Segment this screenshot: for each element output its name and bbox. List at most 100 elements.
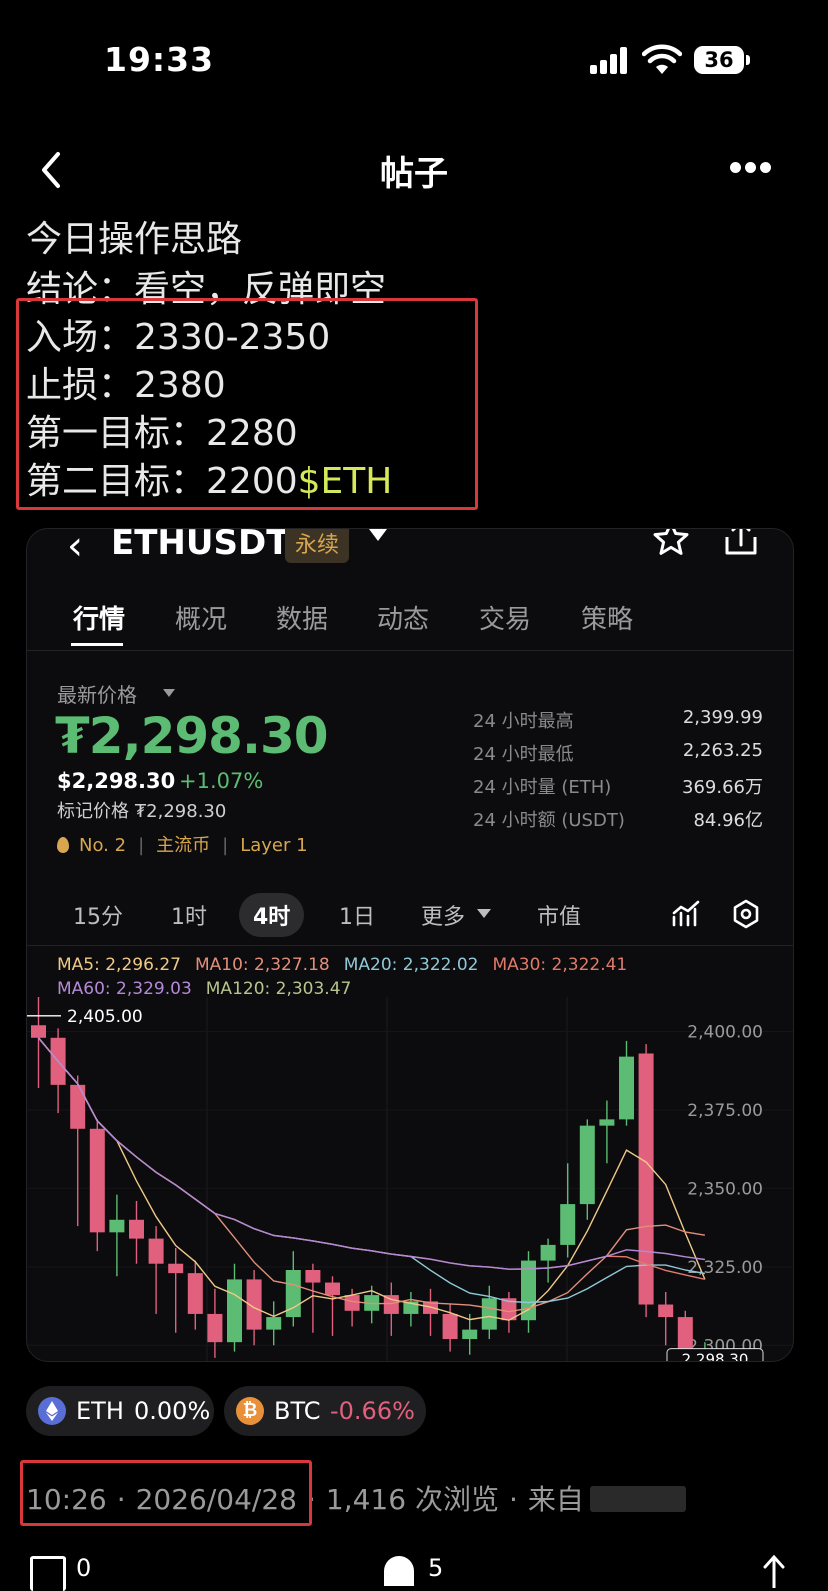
market-card[interactable]: ‹ ETHUSDT 永续 行情 概况 数据 动态 交易 策略 最新价格 ₮2,2… bbox=[26, 528, 794, 1362]
ma10-line bbox=[37, 1037, 706, 1313]
more-options-icon[interactable] bbox=[730, 162, 771, 174]
timeframe-1d: 1日 bbox=[339, 905, 375, 930]
cellular-signal-icon bbox=[590, 46, 630, 74]
current-price-label: 2,298.30 bbox=[682, 1351, 749, 1361]
timeframe-market-cap: 市值 bbox=[537, 905, 582, 930]
mark-price: 标记价格 ₮2,298.30 bbox=[57, 801, 227, 822]
active-tab-indicator bbox=[71, 643, 123, 646]
ma30-value: MA30: 2,322.41 bbox=[492, 955, 628, 975]
bottom-action-bar: 0 5 bbox=[0, 1548, 828, 1591]
y-tick-label: 2,375.00 bbox=[687, 1101, 763, 1121]
battery-indicator: 36 bbox=[694, 46, 744, 74]
btc-coin-icon: ₿ bbox=[236, 1397, 264, 1425]
pair-back-icon: ‹ bbox=[67, 528, 83, 569]
timeframe-more: 更多 bbox=[421, 905, 466, 930]
eth-coin-icon bbox=[38, 1397, 66, 1425]
comment-count: 0 bbox=[76, 1554, 92, 1582]
candle-body bbox=[442, 1313, 458, 1340]
wifi-icon bbox=[642, 44, 682, 74]
candle-body bbox=[638, 1053, 654, 1305]
latest-price-label: 最新价格 bbox=[57, 683, 137, 707]
perpetual-badge: 永续 bbox=[285, 529, 350, 563]
comment-icon[interactable] bbox=[30, 1556, 66, 1591]
rank-row: No. 2 | 主流币 | Layer 1 bbox=[57, 831, 308, 857]
ma20-line bbox=[37, 1037, 706, 1304]
btc-change: -0.66% bbox=[330, 1397, 415, 1425]
timeframe-4h: 4时 bbox=[239, 893, 305, 937]
candlestick-chart[interactable]: 2,400.002,375.002,350.002,325.002,300.00… bbox=[27, 997, 793, 1361]
share-icon bbox=[725, 529, 757, 555]
y-tick-label: 2,400.00 bbox=[687, 1023, 763, 1043]
y-tick-label: 2,325.00 bbox=[687, 1258, 763, 1278]
category: 主流币 bbox=[156, 835, 211, 856]
candle-body bbox=[227, 1279, 242, 1343]
candle-body bbox=[560, 1204, 576, 1245]
tabs-divider bbox=[27, 650, 793, 651]
battery-tip bbox=[746, 55, 750, 65]
post-line-title: 今日操作思路 bbox=[26, 219, 243, 260]
candle-body bbox=[579, 1125, 595, 1205]
tab-news: 动态 bbox=[377, 605, 430, 635]
candle-body bbox=[540, 1244, 556, 1261]
btc-chip[interactable]: ₿ BTC -0.66% bbox=[224, 1386, 426, 1436]
post-views: 1,416 次浏览 bbox=[325, 1483, 499, 1516]
timeframe-divider bbox=[27, 945, 793, 946]
star-icon bbox=[653, 529, 689, 555]
like-count: 5 bbox=[428, 1554, 444, 1582]
timeframe-15m: 15分 bbox=[73, 905, 123, 930]
candle-body bbox=[383, 1295, 399, 1314]
more-caret-icon bbox=[477, 909, 491, 918]
tab-overview: 概况 bbox=[175, 605, 228, 635]
btc-symbol: BTC bbox=[274, 1397, 321, 1425]
stat-label-volume: 24 小时量 (ETH) bbox=[473, 777, 612, 798]
layer: Layer 1 bbox=[240, 835, 308, 856]
candle-body bbox=[462, 1329, 478, 1340]
ma20-value: MA20: 2,322.02 bbox=[343, 955, 479, 975]
ma120-value: MA120: 2,303.47 bbox=[205, 979, 352, 999]
market-tabs: 行情 概况 数据 动态 交易 策略 bbox=[27, 599, 793, 651]
candle-body bbox=[344, 1295, 360, 1311]
like-icon[interactable] bbox=[384, 1556, 414, 1586]
page-title: 帖子 bbox=[380, 154, 448, 194]
source-redacted bbox=[589, 1486, 686, 1512]
highlight-box-date bbox=[20, 1460, 312, 1526]
highlight-box-trade-plan bbox=[16, 298, 478, 510]
candle-body bbox=[325, 1282, 340, 1296]
tab-strategy: 策略 bbox=[581, 605, 634, 635]
ma60-value: MA60: 2,329.03 bbox=[57, 979, 192, 999]
candle-body bbox=[148, 1238, 164, 1264]
pair-name: ETHUSDT bbox=[111, 528, 290, 563]
chart-settings-icon bbox=[733, 899, 759, 929]
y-tick-label: 2,350.00 bbox=[687, 1179, 763, 1199]
ma10-value: MA10: 2,327.18 bbox=[194, 955, 330, 975]
latest-price: ₮2,298.30 bbox=[55, 707, 329, 765]
ma-row-1: MA5: 2,296.27 MA10: 2,327.18 MA20: 2,322.0… bbox=[57, 955, 641, 975]
candle-body bbox=[70, 1084, 86, 1129]
post-source: 来自 bbox=[527, 1483, 584, 1516]
usd-price: $2,298.30 bbox=[57, 769, 176, 793]
caret-down-icon bbox=[163, 689, 175, 697]
candle-body bbox=[266, 1317, 282, 1330]
ma-row-2: MA60: 2,329.03 MA120: 2,303.47 bbox=[57, 979, 365, 999]
flame-icon bbox=[57, 837, 69, 853]
tab-data: 数据 bbox=[276, 605, 329, 635]
stat-label-high: 24 小时最高 bbox=[473, 711, 574, 732]
eth-symbol: ETH bbox=[76, 1397, 124, 1425]
candle-body bbox=[109, 1219, 125, 1233]
high-marker-label: 2,405.00 bbox=[67, 1007, 143, 1027]
indicator-icon bbox=[672, 900, 700, 927]
timeframe-1h: 1时 bbox=[171, 905, 207, 930]
share-up-icon[interactable] bbox=[762, 1554, 786, 1588]
candle-body bbox=[187, 1273, 203, 1314]
candle-body bbox=[481, 1298, 497, 1330]
tab-market: 行情 bbox=[73, 605, 126, 635]
candle-body bbox=[619, 1056, 634, 1120]
stat-value-turnover: 84.96亿 bbox=[693, 810, 763, 831]
candle-body bbox=[599, 1119, 615, 1126]
candle-body bbox=[129, 1219, 144, 1239]
tab-trade: 交易 bbox=[479, 605, 532, 635]
chevron-down-icon bbox=[369, 529, 387, 541]
stat-label-low: 24 小时最低 bbox=[473, 744, 574, 765]
rank: No. 2 bbox=[79, 835, 127, 856]
eth-chip[interactable]: ETH 0.00% bbox=[26, 1386, 214, 1436]
